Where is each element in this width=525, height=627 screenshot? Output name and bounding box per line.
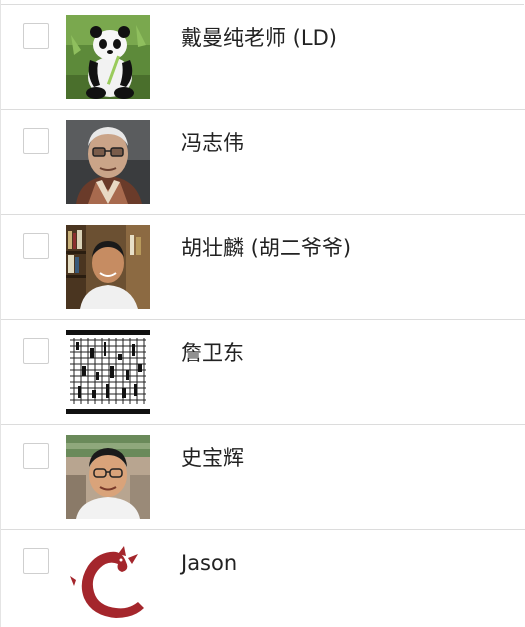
avatar [66, 330, 150, 414]
list-item[interactable]: 冯志伟 [1, 110, 525, 215]
list-item[interactable]: 戴曼纯老师 (LD) [1, 5, 525, 110]
contact-list: 戴曼纯老师 (LD) 冯志伟 胡壮麟 (胡二爷爷) 詹卫东 史宝辉 Jason [0, 0, 525, 627]
contact-name: 史宝辉 [181, 446, 244, 470]
red-dragon-logo-icon [66, 540, 150, 624]
contact-name: 戴曼纯老师 (LD) [181, 26, 337, 50]
contact-name: 詹卫东 [181, 341, 244, 365]
man-glasses-outdoor-photo-icon [66, 435, 150, 519]
list-item[interactable]: 胡壮麟 (胡二爷爷) [1, 215, 525, 320]
select-checkbox[interactable] [23, 23, 49, 49]
avatar [66, 225, 150, 309]
panda-photo-icon [66, 15, 150, 99]
select-checkbox[interactable] [23, 128, 49, 154]
list-item[interactable]: 史宝辉 [1, 425, 525, 530]
select-checkbox[interactable] [23, 548, 49, 574]
abstract-pattern-image-icon [66, 330, 150, 414]
select-checkbox[interactable] [23, 338, 49, 364]
man-bookshelf-photo-icon [66, 225, 150, 309]
select-checkbox[interactable] [23, 443, 49, 469]
contact-name: 胡壮麟 (胡二爷爷) [181, 236, 352, 260]
avatar [66, 540, 150, 624]
elderly-man-glasses-photo-icon [66, 120, 150, 204]
avatar [66, 15, 150, 99]
list-item[interactable]: 詹卫东 [1, 320, 525, 425]
avatar [66, 435, 150, 519]
list-item[interactable]: Jason [1, 530, 525, 627]
contact-name: Jason [181, 551, 238, 575]
select-checkbox[interactable] [23, 233, 49, 259]
avatar [66, 120, 150, 204]
contact-name: 冯志伟 [181, 131, 244, 155]
